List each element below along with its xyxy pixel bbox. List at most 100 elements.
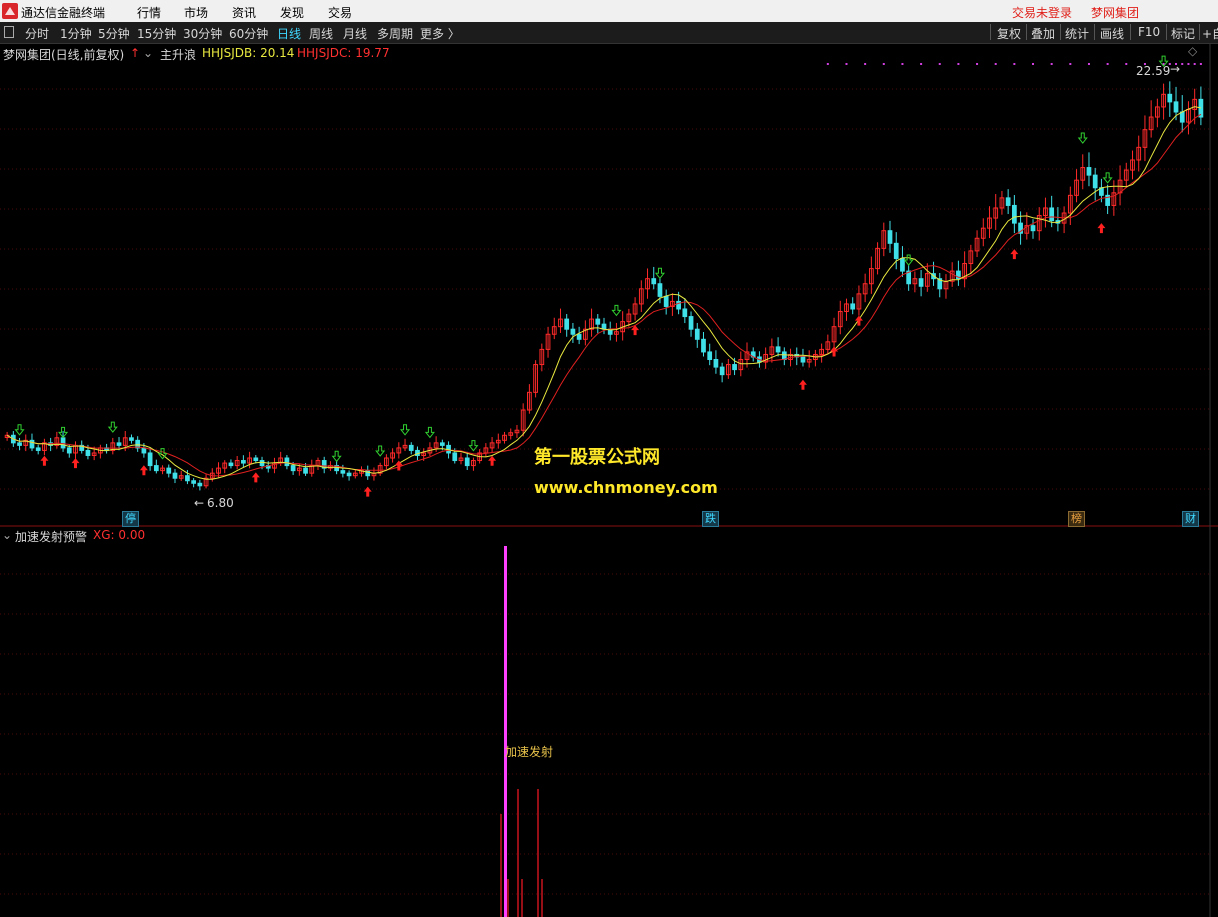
tab-daily[interactable]: 日线 [277, 25, 301, 42]
tab-30min[interactable]: 30分钟 [183, 25, 222, 42]
buy-arrow-icon [139, 465, 148, 476]
menu-market[interactable]: 行情 [137, 4, 161, 21]
watermark-url: www.chnmoney.com [534, 478, 718, 497]
candle-body [657, 283, 663, 297]
jdb-value: HHJSJDB: 20.14 [202, 46, 295, 60]
candle-body [228, 462, 234, 467]
candle-body [694, 328, 700, 340]
tab-intraday[interactable]: 分时 [25, 25, 49, 42]
draw-button[interactable]: 画线 [1100, 25, 1124, 42]
chevron-down-icon[interactable]: ⌄ [143, 46, 153, 60]
app-logo-icon [2, 3, 18, 19]
event-marker-finance[interactable]: 财 [1182, 511, 1199, 527]
stats-button[interactable]: 统计 [1065, 25, 1089, 42]
candle-body [241, 460, 246, 464]
signal-dot [1125, 63, 1128, 65]
tab-15min[interactable]: 15分钟 [137, 25, 176, 42]
candle-body [918, 278, 924, 287]
signal-dot [957, 63, 960, 65]
period-toolbar: 分时 1分钟 5分钟 15分钟 30分钟 60分钟 日线 周线 月线 多周期 更… [0, 22, 1218, 44]
candle-body [713, 359, 719, 368]
candle-body [1030, 225, 1036, 232]
buy-arrow-icon [363, 486, 372, 497]
tab-monthly[interactable]: 月线 [343, 25, 367, 42]
mark-button[interactable]: 标记 [1171, 25, 1195, 42]
candle-body [197, 482, 203, 487]
high-arrow-icon: → [1170, 62, 1181, 76]
candle-body [707, 351, 713, 361]
signal-dot [1050, 63, 1053, 65]
app-title: 通达信金融终端 [21, 6, 106, 20]
indicator-name[interactable]: 主升浪 [160, 46, 196, 63]
sub-chevron-down-icon[interactable]: ⌄ [2, 528, 12, 542]
event-marker-suspend[interactable]: 停 [122, 511, 139, 527]
adjust-button[interactable]: 复权 [997, 25, 1021, 42]
candle-body [464, 457, 470, 467]
tab-more[interactable]: 更多 〉 [420, 25, 460, 42]
login-status-link[interactable]: 交易未登录 [1012, 4, 1072, 21]
panel-toggle-icon[interactable] [4, 26, 14, 38]
tab-5min[interactable]: 5分钟 [98, 25, 130, 42]
buy-arrow-icon [1010, 249, 1019, 260]
candle-body [129, 437, 134, 441]
signal-dot [920, 63, 923, 65]
sub-indicator-name[interactable]: 加速发射预警 [15, 528, 87, 545]
signal-dot [1106, 63, 1109, 65]
signal-dot [976, 63, 979, 65]
overlay-button[interactable]: 叠加 [1031, 25, 1055, 42]
menu-discover[interactable]: 发现 [280, 4, 304, 21]
divider [1026, 24, 1027, 40]
sub-panel-bars [500, 546, 543, 917]
candle-body [60, 437, 66, 449]
divider [1166, 24, 1167, 40]
signal-dot [1032, 63, 1035, 65]
menu-exchange[interactable]: 市场 [184, 4, 208, 21]
f10-button[interactable]: F10 [1138, 25, 1160, 39]
signal-dot [882, 63, 885, 65]
candle-body [663, 295, 669, 307]
candle-body [682, 308, 688, 318]
indicator-arrow-icon: ↑ [130, 46, 141, 60]
candle-body [439, 442, 445, 446]
jdc-value: HHJSJDC: 19.77 [297, 46, 390, 60]
candle-body [346, 472, 352, 477]
candle-body [259, 460, 265, 467]
candle-body [116, 442, 122, 446]
candle-body [290, 465, 296, 472]
menu-news[interactable]: 资讯 [232, 4, 256, 21]
event-marker-drop[interactable]: 跌 [702, 511, 719, 527]
tab-60min[interactable]: 60分钟 [229, 25, 268, 42]
tab-multi-period[interactable]: 多周期 [377, 25, 413, 42]
candle-body [1005, 197, 1011, 206]
candlestick-series [4, 81, 1204, 491]
custom-button[interactable]: +自 [1202, 25, 1218, 42]
buy-arrow-icon [488, 455, 497, 466]
candle-body [191, 480, 197, 484]
sell-arrow-icon [1102, 172, 1113, 184]
candle-body [66, 447, 72, 454]
xg-value: XG: 0.00 [93, 528, 146, 542]
candle-body [141, 447, 147, 454]
signal-dot [1087, 63, 1090, 65]
low-price-label: 6.80 [207, 496, 234, 510]
event-marker-list[interactable]: 榜 [1068, 511, 1085, 527]
tab-weekly[interactable]: 周线 [309, 25, 333, 42]
candle-body [452, 452, 458, 462]
candle-body [1049, 207, 1055, 222]
candle-body [1092, 174, 1098, 189]
sell-arrow-icon [611, 304, 622, 317]
tab-1min[interactable]: 1分钟 [60, 25, 92, 42]
low-arrow-icon: ← [194, 496, 205, 510]
candle-body [570, 328, 576, 335]
candle-body [732, 364, 737, 371]
candle-body [1179, 111, 1185, 123]
settings-diamond-icon[interactable]: ◇ [1188, 44, 1197, 58]
menu-trade[interactable]: 交易 [328, 4, 352, 21]
buy-arrow-icon [40, 455, 49, 466]
title-bar: 通达信金融终端 行情 市场 资讯 发现 交易 交易未登录 梦网集团 [0, 0, 1218, 23]
candle-body [576, 333, 582, 340]
signal-dot [1069, 63, 1072, 65]
sell-arrow-icon [331, 450, 342, 463]
account-name[interactable]: 梦网集团 [1091, 4, 1139, 21]
sell-arrow-icon [424, 426, 435, 439]
